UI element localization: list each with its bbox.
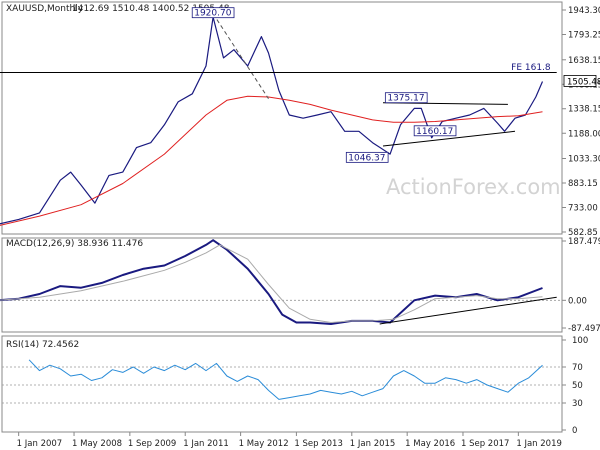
y-tick-label: 1638.15 — [568, 56, 600, 66]
y-tick-label: -87.497 — [568, 324, 600, 334]
x-tick-label: 1 Jan 2011 — [183, 439, 229, 449]
rsi-panel-title: RSI(14) 72.4562 — [6, 340, 79, 350]
y-tick-label: 1033.30 — [568, 154, 600, 164]
y-tick-label: 883.15 — [568, 179, 598, 189]
annotation-label: 1160.17 — [416, 127, 453, 137]
y-tick-label: 50 — [572, 381, 583, 391]
y-tick-label: 100 — [572, 336, 588, 346]
x-tick-label: 1 Jan 2019 — [516, 439, 562, 449]
x-tick-label: 1 Jan 2015 — [350, 439, 396, 449]
y-tick-label: 70 — [572, 363, 583, 373]
y-tick-label: 0 — [572, 426, 577, 436]
x-tick-label: 1 May 2012 — [239, 439, 289, 449]
y-tick-label: 733.00 — [568, 203, 598, 213]
y-tick-label: 187.479 — [568, 237, 600, 247]
x-tick-label: 1 Sep 2009 — [128, 439, 176, 449]
y-tick-label: 1188.00 — [568, 129, 600, 139]
x-tick-label: 1 Sep 2013 — [294, 439, 342, 449]
annotation-label: FE 161.8 — [511, 63, 551, 73]
y-tick-label: 0.00 — [568, 296, 587, 306]
rsi-panel-frame — [1, 335, 563, 433]
xauusd-chart: XAUUSD,Monthly 1412.69 1510.48 1400.52 1… — [0, 1, 600, 449]
y-tick-label: 1943.30 — [568, 6, 600, 16]
annotation-label: 1920.70 — [194, 9, 231, 19]
annotation-label: 1375.17 — [387, 94, 424, 104]
x-tick-label: 1 Jan 2007 — [17, 439, 63, 449]
y-tick-label: 30 — [572, 399, 583, 409]
x-tick-label: 1 May 2008 — [72, 439, 122, 449]
price-panel: XAUUSD,Monthly 1412.69 1510.48 1400.52 1… — [0, 1, 600, 238]
macd-panel-frame — [1, 237, 563, 333]
y-tick-label: 1338.15 — [568, 105, 600, 115]
last-price-label: 1505.48 — [567, 77, 600, 87]
annotation-label: 1046.37 — [348, 153, 385, 163]
macd-panel: MACD(12,26,9) 38.936 11.476 187.479 0.00 -… — [0, 237, 600, 334]
x-axis: 1 Jan 2007 1 May 2008 1 Sep 2009 1 Jan 2011… — [17, 432, 562, 449]
y-tick-label: 1793.25 — [568, 30, 600, 40]
macd-panel-title: MACD(12,26,9) 38.936 11.476 — [6, 239, 143, 249]
x-tick-label: 1 Sep 2017 — [461, 439, 509, 449]
x-tick-label: 1 May 2016 — [405, 439, 455, 449]
rsi-panel: RSI(14) 72.4562 100 70 50 30 0 — [1, 335, 588, 436]
watermark: ActionForex.com — [386, 175, 561, 199]
